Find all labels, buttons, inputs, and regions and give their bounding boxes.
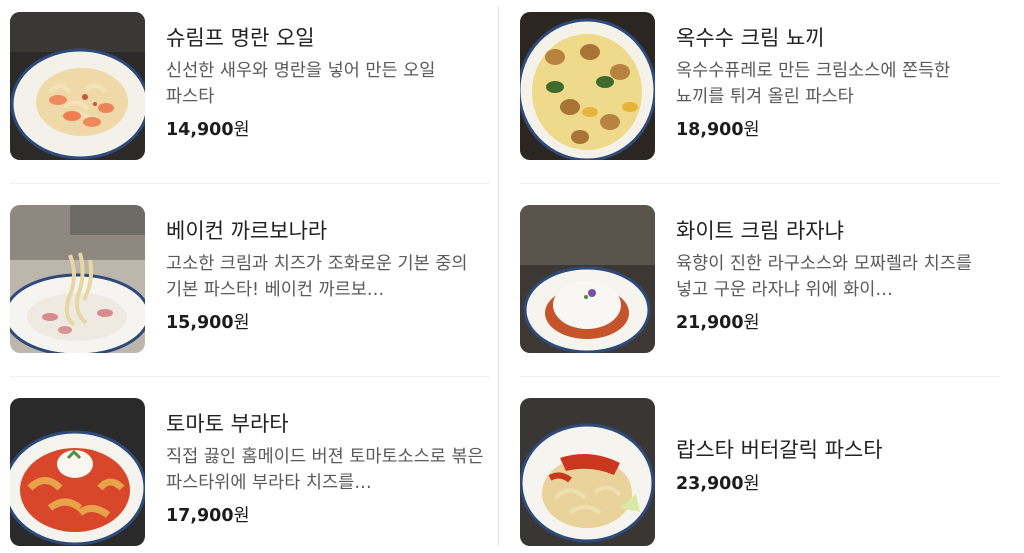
menu-item-description: 옥수수퓨레로 만든 크림소스에 쫀득한 뇨끼를 튀겨 올린 파스타 — [676, 61, 951, 107]
menu-item-corn-gnocchi[interactable]: 옥수수 크림 뇨끼 옥수수퓨레로 만든 크림소스에 쫀득한 뇨끼를 튀겨 올린 … — [520, 12, 1000, 160]
corn-gnocchi-photo-icon — [520, 12, 655, 160]
row-divider — [520, 376, 1000, 377]
menu-item-price: 17,900원 — [166, 504, 486, 528]
menu-column-right: 옥수수 크림 뇨끼 옥수수퓨레로 만든 크림소스에 쫀득한 뇨끼를 튀겨 올린 … — [520, 0, 1010, 553]
row-divider — [520, 183, 1000, 184]
menu-item-info: 화이트 크림 라자냐 육향이 진한 라구소스와 모짜렐라 치즈를 넣고 구운 라… — [676, 217, 996, 335]
menu-item-info: 토마토 부라타 직접 끓인 홈메이드 버젼 토마토소스로 볶은 파스타위에 부라… — [166, 410, 486, 528]
menu-grid: 슈림프 명란 오일 신선한 새우와 명란을 넣어 만든 오일 파스타 14,90… — [0, 0, 1024, 553]
price-value: 18,900 — [676, 120, 744, 140]
row-divider — [10, 183, 490, 184]
menu-item-price: 14,900원 — [166, 118, 486, 142]
menu-item-tomato-burrata[interactable]: 토마토 부라타 직접 끓인 홈메이드 버젼 토마토소스로 볶은 파스타위에 부라… — [10, 398, 490, 546]
price-value: 21,900 — [676, 313, 744, 333]
lasagna-photo-icon — [520, 205, 655, 353]
price-currency: 원 — [743, 313, 760, 333]
price-value: 23,900 — [676, 474, 744, 494]
menu-item-price: 21,900원 — [676, 311, 996, 335]
menu-item-price: 23,900원 — [676, 472, 996, 496]
menu-item-lasagna[interactable]: 화이트 크림 라자냐 육향이 진한 라구소스와 모짜렐라 치즈를 넣고 구운 라… — [520, 205, 1000, 353]
price-value: 17,900 — [166, 506, 234, 526]
menu-item-description: 직접 끓인 홈메이드 버젼 토마토소스로 볶은 파스타위에 부라타 치즈를… — [166, 447, 484, 493]
menu-item-carbonara[interactable]: 베이컨 까르보나라 고소한 크림과 치즈가 조화로운 기본 중의 기본 파스타!… — [10, 205, 490, 353]
price-currency: 원 — [743, 120, 760, 140]
menu-item-name: 슈림프 명란 오일 — [166, 26, 315, 50]
menu-item-info: 슈림프 명란 오일 신선한 새우와 명란을 넣어 만든 오일 파스타 14,90… — [166, 24, 486, 142]
menu-column-left: 슈림프 명란 오일 신선한 새우와 명란을 넣어 만든 오일 파스타 14,90… — [10, 0, 500, 553]
menu-item-info: 옥수수 크림 뇨끼 옥수수퓨레로 만든 크림소스에 쫀득한 뇨끼를 튀겨 올린 … — [676, 24, 996, 142]
column-divider — [498, 6, 499, 546]
menu-item-description: 신선한 새우와 명란을 넣어 만든 오일 파스타 — [166, 61, 436, 107]
menu-item-name: 옥수수 크림 뇨끼 — [676, 26, 825, 50]
menu-item-name: 화이트 크림 라자냐 — [676, 219, 844, 243]
lobster-pasta-photo-icon — [520, 398, 655, 546]
menu-item-price: 15,900원 — [166, 311, 486, 335]
price-currency: 원 — [233, 506, 250, 526]
tomato-burrata-photo-icon — [10, 398, 145, 546]
menu-item-lobster-pasta[interactable]: 랍스타 버터갈릭 파스타 23,900원 — [520, 398, 1000, 546]
menu-item-price: 18,900원 — [676, 118, 996, 142]
price-currency: 원 — [233, 120, 250, 140]
menu-item-info: 베이컨 까르보나라 고소한 크림과 치즈가 조화로운 기본 중의 기본 파스타!… — [166, 217, 486, 335]
menu-item-description: 육향이 진한 라구소스와 모짜렐라 치즈를 넣고 구운 라자냐 위에 화이… — [676, 254, 972, 300]
menu-item-name: 토마토 부라타 — [166, 412, 289, 436]
menu-item-description: 고소한 크림과 치즈가 조화로운 기본 중의 기본 파스타! 베이컨 까르보… — [166, 254, 468, 300]
menu-item-shrimp-pasta[interactable]: 슈림프 명란 오일 신선한 새우와 명란을 넣어 만든 오일 파스타 14,90… — [10, 12, 490, 160]
row-divider — [10, 376, 490, 377]
price-value: 15,900 — [166, 313, 234, 333]
carbonara-photo-icon — [10, 205, 145, 353]
price-currency: 원 — [233, 313, 250, 333]
price-value: 14,900 — [166, 120, 234, 140]
price-currency: 원 — [743, 474, 760, 494]
shrimp-pasta-photo-icon — [10, 12, 145, 160]
menu-item-name: 베이컨 까르보나라 — [166, 219, 328, 243]
menu-item-name: 랍스타 버터갈릭 파스타 — [676, 438, 883, 462]
menu-item-info: 랍스타 버터갈릭 파스타 23,900원 — [676, 436, 996, 496]
